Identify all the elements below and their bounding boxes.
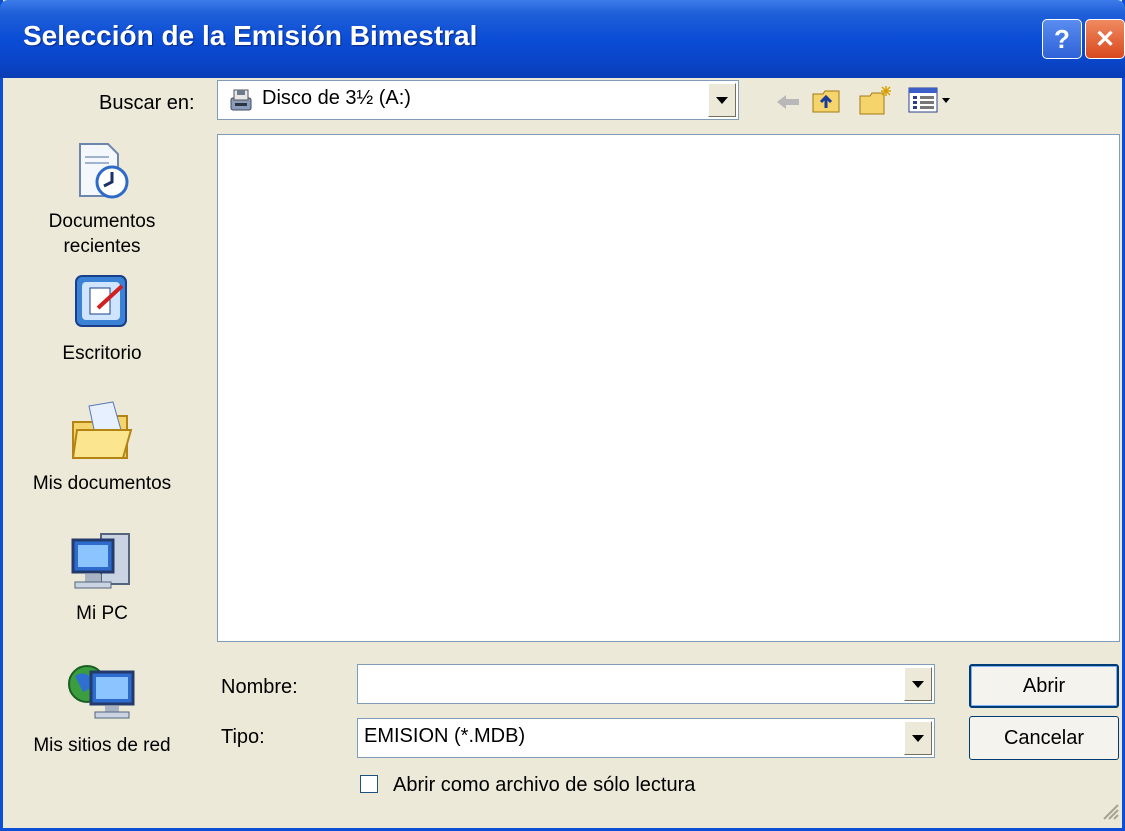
look-in-dropdown-arrow[interactable] [708, 83, 736, 117]
up-folder-icon[interactable] [811, 86, 843, 121]
look-in-dropdown[interactable]: Disco de 3½ (A:) [217, 80, 739, 120]
places-my-computer[interactable]: Mi PC [27, 530, 177, 630]
chevron-down-icon [912, 734, 924, 742]
network-places-icon [65, 658, 139, 731]
places-label: Documentos [48, 211, 156, 232]
resize-grip-icon[interactable] [1098, 799, 1120, 826]
window-title: Selección de la Emisión Bimestral [23, 20, 478, 51]
my-computer-icon [67, 530, 137, 599]
filename-input[interactable] [357, 664, 935, 704]
chevron-down-icon [912, 680, 924, 688]
open-button-label: Abrir [1022, 674, 1066, 697]
filetype-dropdown-arrow[interactable] [904, 721, 932, 755]
readonly-label[interactable]: Abrir como archivo de sólo lectura [393, 774, 695, 797]
readonly-checkbox[interactable] [360, 775, 378, 793]
views-menu-icon[interactable] [908, 86, 954, 119]
cancel-button-label: Cancelar [1003, 726, 1085, 749]
look-in-value: Disco de 3½ (A:) [262, 87, 411, 109]
open-button[interactable]: Abrir [969, 664, 1119, 708]
close-button[interactable]: ✕ [1085, 19, 1125, 59]
cancel-button[interactable]: Cancelar [969, 716, 1119, 760]
file-open-dialog: Selección de la Emisión Bimestral ? ✕ Bu… [0, 0, 1125, 831]
floppy-drive-icon [228, 88, 254, 117]
recent-documents-icon [70, 140, 134, 209]
places-recent-documents[interactable]: Documentos recientes [27, 140, 177, 260]
filetype-label: Tipo: [221, 726, 265, 748]
places-desktop[interactable]: Escritorio [27, 270, 177, 370]
back-icon[interactable] [775, 92, 801, 117]
places-network[interactable]: Mis sitios de red [27, 658, 177, 768]
filename-dropdown-arrow[interactable] [904, 667, 932, 701]
new-folder-icon[interactable] [858, 84, 894, 121]
title-bar[interactable]: Selección de la Emisión Bimestral ? ✕ [0, 0, 1125, 78]
close-icon: ✕ [1094, 25, 1116, 53]
places-label: recientes [63, 236, 141, 257]
filetype-dropdown[interactable]: EMISION (*.MDB) [357, 718, 935, 758]
places-label: Mi PC [76, 603, 128, 624]
filetype-value: EMISION (*.MDB) [364, 725, 526, 747]
help-icon: ? [1054, 23, 1070, 54]
my-documents-icon [67, 400, 137, 469]
look-in-label: Buscar en: [99, 92, 195, 114]
places-label: Mis sitios de red [33, 735, 171, 756]
desktop-icon [70, 270, 134, 335]
places-my-documents[interactable]: Mis documentos [27, 400, 177, 500]
places-label: Mis documentos [32, 473, 172, 494]
filename-label: Nombre: [221, 676, 298, 698]
places-label: Escritorio [62, 343, 142, 364]
help-button[interactable]: ? [1042, 19, 1082, 59]
file-list[interactable] [217, 134, 1120, 642]
chevron-down-icon [716, 96, 728, 104]
